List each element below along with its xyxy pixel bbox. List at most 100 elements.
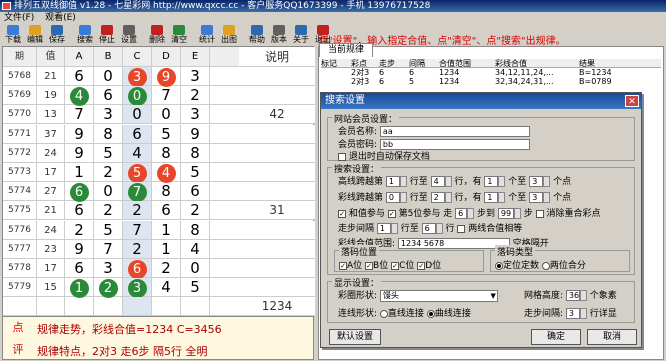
digit-cell: 2 (94, 163, 123, 181)
column-header[interactable]: E (181, 47, 210, 66)
table-row[interactable]: 5774 27 6 0 7 8 6 (3, 182, 315, 203)
table-row[interactable]: 5771 37 9 8 6 5 9 (3, 124, 315, 144)
column-header[interactable]: A (65, 47, 94, 66)
table-cell: 1234 (439, 68, 460, 77)
toolbar-edit-button[interactable]: 编辑 (24, 24, 46, 46)
line-straight-radio[interactable] (379, 309, 388, 318)
pos5-checkbox[interactable]: ✓ (387, 209, 396, 218)
digit: 2 (103, 201, 113, 220)
toolbar-version-button[interactable]: 版本 (268, 24, 290, 46)
line-curve-radio[interactable] (426, 309, 435, 318)
table-row[interactable]: 5776 24 2 5 7 1 8 (3, 220, 315, 240)
digit-cell: 3 (94, 259, 123, 277)
period-cell: 5770 (3, 105, 37, 124)
grid-height-input[interactable]: 36 (565, 290, 580, 301)
line-span-from[interactable]: 0 (385, 192, 400, 203)
value-cell: 24 (37, 220, 65, 239)
table-row[interactable]: 5772 24 9 5 4 8 8 (3, 143, 315, 163)
equal-checkbox[interactable] (457, 224, 466, 233)
cancel-button[interactable]: 取消 (587, 329, 637, 345)
member-name-input[interactable]: aa (379, 126, 530, 137)
walk-interval-input[interactable]: 3 (565, 308, 580, 319)
menu-file[interactable]: 文件(F) (4, 13, 34, 23)
note-cell (239, 220, 315, 239)
table-row[interactable]: 2对3 6 5 1234 32,34,24,31,... B=0789 (321, 77, 661, 86)
digit: 8 (190, 220, 200, 239)
walk-to[interactable]: 99 (497, 208, 514, 219)
column-header[interactable]: 值 (37, 47, 65, 66)
ok-button[interactable]: 确定 (531, 329, 581, 345)
toolbar-clear-button[interactable]: 清空 (168, 24, 190, 46)
column-header[interactable]: 合值范围 (439, 59, 495, 68)
dedupe-checkbox[interactable] (535, 209, 544, 218)
digit-cell (65, 297, 94, 316)
note-cell: 31 (239, 201, 315, 220)
toolbar-search-button[interactable]: 搜索 (74, 24, 96, 46)
type-fixed-radio[interactable] (495, 261, 503, 270)
note-cell (239, 182, 315, 201)
table-row[interactable]: 2对3 6 6 1234 34,12,11,24,... B=1234 (321, 68, 661, 77)
gap-to[interactable]: 6 (421, 223, 436, 234)
close-icon[interactable]: ✕ (625, 95, 639, 107)
column-header[interactable]: 间隔 (409, 59, 439, 68)
column-header[interactable]: 走步 (379, 59, 409, 68)
column-header[interactable]: 彩线合值 (495, 59, 579, 68)
table-row[interactable]: 5778 17 6 3 6 2 0 (3, 259, 315, 279)
table-row[interactable]: 5768 21 6 0 3 9 3 (3, 67, 315, 87)
table-row[interactable]: 5777 23 9 7 2 1 4 (3, 239, 315, 259)
toolbar-download-button[interactable]: 下载 (2, 24, 24, 46)
column-header[interactable]: D (152, 47, 181, 66)
digit-cell: 0 (123, 105, 152, 124)
line-span-to[interactable]: 2 (430, 192, 445, 203)
toolbar-settings-button[interactable]: 设置 (118, 24, 140, 46)
pos-c-checkbox[interactable]: ✓ (391, 261, 400, 270)
digit-cell: 1 (152, 239, 181, 258)
gap-from[interactable]: 1 (376, 223, 391, 234)
pos-b-checkbox[interactable]: ✓ (365, 261, 374, 270)
search-icon (79, 25, 91, 35)
toolbar-delete-button[interactable]: 删除 (146, 24, 168, 46)
column-header[interactable]: 说明 (239, 47, 315, 66)
high-span-n2[interactable]: 3 (529, 176, 544, 187)
table-row[interactable]: 1234 (3, 297, 315, 317)
toolbar-help-button[interactable]: 帮助 (246, 24, 268, 46)
high-span-from[interactable]: 1 (385, 176, 400, 187)
toolbar-save-button[interactable]: 保存 (46, 24, 68, 46)
column-header[interactable]: C (123, 47, 152, 66)
table-row[interactable]: 5779 15 1 2 3 4 5 (3, 278, 315, 299)
table-row[interactable]: 5769 19 4 6 0 7 2 (3, 86, 315, 107)
toolbar-about-button[interactable]: 关于 (290, 24, 312, 46)
autosave-checkbox[interactable] (338, 152, 346, 161)
column-header[interactable]: 标记 (321, 59, 351, 68)
column-header[interactable]: B (94, 47, 123, 66)
digit-cell: 8 (152, 143, 181, 162)
table-row[interactable]: 5773 17 1 2 5 4 5 (3, 163, 315, 183)
toolbar-chart-button[interactable]: 出图 (218, 24, 240, 46)
menu-view[interactable]: 观看(E) (45, 13, 76, 23)
toolbar-stats-button[interactable]: 统计 (196, 24, 218, 46)
digit-cell: 5 (123, 163, 152, 183)
line-span-n2[interactable]: 3 (529, 192, 544, 203)
digit: 9 (190, 124, 200, 143)
high-span-n1[interactable]: 1 (484, 176, 499, 187)
digit-circle: 1 (69, 279, 89, 299)
column-header[interactable]: 彩点 (351, 59, 379, 68)
tab-current-rule[interactable]: 当前规律 (319, 43, 373, 57)
high-span-to[interactable]: 4 (430, 176, 445, 187)
line-span-n1[interactable]: 1 (484, 192, 499, 203)
toolbar-stop-button[interactable]: 停止 (96, 24, 118, 46)
sum-checkbox[interactable]: ✓ (338, 209, 346, 218)
circle-shape-select[interactable]: 馒头 (379, 289, 498, 302)
walk-from[interactable]: 6 (455, 208, 468, 219)
default-settings-button[interactable]: 默认设置 (329, 329, 381, 345)
digit-cell: 3 (94, 105, 123, 124)
column-header[interactable]: 期 (3, 47, 37, 66)
note-cell (239, 278, 315, 297)
table-row[interactable]: 5775 21 6 2 2 6 2 31 (3, 201, 315, 221)
type-sum-radio[interactable] (541, 261, 550, 270)
table-row[interactable]: 5770 13 7 3 0 0 3 42 (3, 105, 315, 125)
column-header[interactable]: 结果 (579, 59, 659, 68)
pos-a-checkbox[interactable]: ✓ (339, 261, 347, 270)
range-input[interactable]: 1234 5678 (397, 238, 510, 249)
digit: 8 (190, 143, 200, 162)
